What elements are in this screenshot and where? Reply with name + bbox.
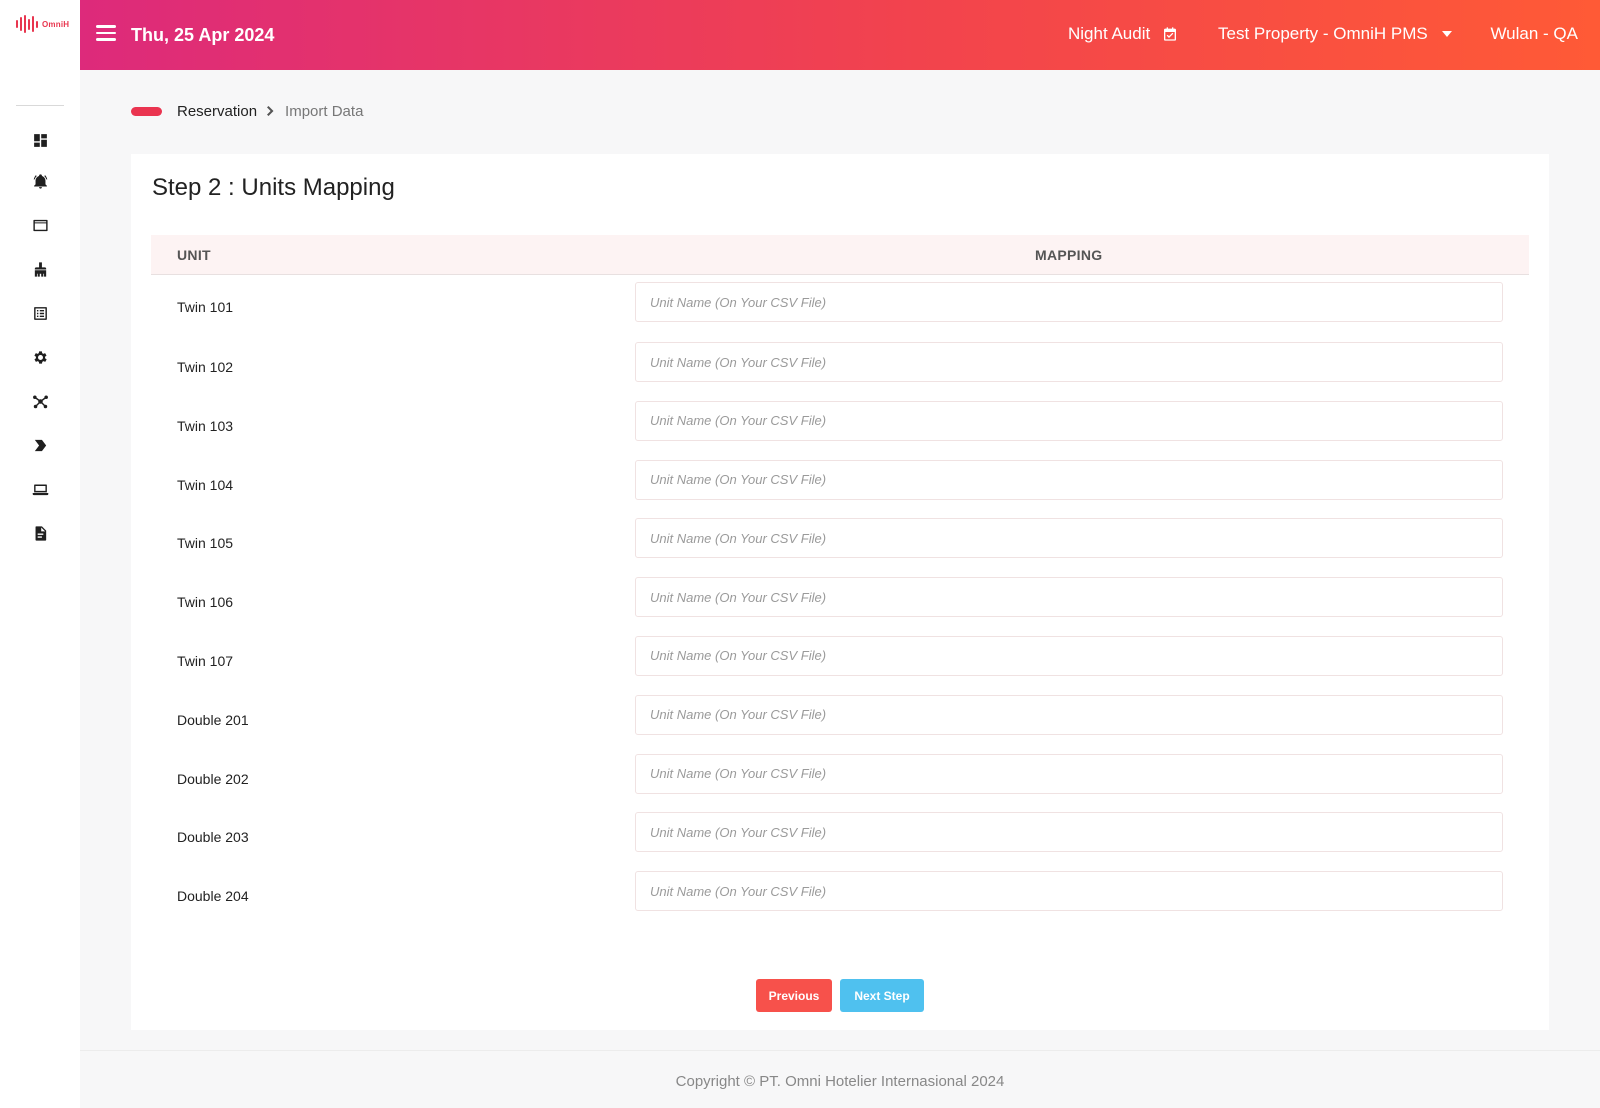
gear-icon[interactable] [30,347,50,367]
unit-mapping-input[interactable] [635,694,1503,735]
unit-mapping-input[interactable] [635,459,1503,500]
footer: Copyright © PT. Omni Hotelier Internasio… [80,1050,1600,1108]
night-audit-button[interactable]: Night Audit [1068,24,1178,44]
unit-mapping-input[interactable] [635,812,1503,853]
unit-mapping-input[interactable] [635,518,1503,559]
user-menu[interactable]: Wulan - QA [1490,24,1578,44]
table-row: Twin 107 [151,631,1529,690]
unit-mapping-input[interactable] [635,577,1503,618]
sidebar-divider [16,105,64,106]
table-header: UNIT MAPPING [151,235,1529,275]
laptop-icon[interactable] [30,479,50,499]
unit-name: Twin 104 [177,476,234,493]
property-selector[interactable]: Test Property - OmniH PMS [1218,24,1452,44]
chevron-tag-icon[interactable] [30,435,50,455]
breadcrumb-accent [131,106,162,116]
unit-mapping-input[interactable] [635,753,1503,794]
chevron-right-icon [266,106,276,116]
cleaning-icon[interactable] [30,259,50,279]
table-row: Twin 105 [151,513,1529,572]
table-row: Twin 102 [151,337,1529,396]
breadcrumb: Reservation Import Data [131,101,363,121]
business-date: Thu, 25 Apr 2024 [131,25,275,45]
unit-name: Twin 107 [177,652,234,669]
unit-mapping-input[interactable] [635,635,1503,676]
night-audit-label: Night Audit [1068,24,1151,43]
table-row: Double 204 [151,866,1529,925]
document-icon[interactable] [30,523,50,543]
logo-mark-icon [16,15,38,33]
window-icon[interactable] [30,215,50,235]
column-header-mapping: MAPPING [1035,247,1103,263]
unit-name: Double 201 [177,711,249,728]
unit-mapping-input[interactable] [635,282,1503,322]
breadcrumb-current: Import Data [285,102,364,120]
mapping-rows: Twin 101 Twin 102 Twin 103 Twin 104 Twin 105… [151,277,1529,925]
unit-name: Double 203 [177,829,249,846]
units-mapping-card: Step 2 : Units Mapping UNIT MAPPING Twin… [131,154,1549,1030]
unit-name: Twin 102 [177,359,234,375]
unit-name: Twin 106 [177,594,234,611]
column-header-unit: UNIT [177,247,211,263]
logo-text: OmniH [42,19,70,29]
unit-name: Twin 101 [177,299,234,315]
unit-name: Twin 105 [177,535,234,552]
page-title: Step 2 : Units Mapping [152,174,395,201]
unit-mapping-input[interactable] [635,871,1503,912]
unit-name: Double 202 [177,770,249,787]
menu-toggle-icon[interactable] [96,25,116,43]
caret-down-icon [1441,31,1452,37]
unit-name: Twin 103 [177,417,234,434]
previous-button[interactable]: Previous [756,979,832,1012]
table-row: Twin 103 [151,396,1529,455]
table-row: Twin 101 [151,277,1529,337]
next-step-button[interactable]: Next Step [840,979,924,1012]
unit-mapping-input[interactable] [635,400,1503,441]
list-icon[interactable] [30,303,50,323]
table-row: Double 203 [151,807,1529,866]
network-icon[interactable] [30,391,50,411]
dashboard-icon[interactable] [30,130,50,150]
sidebar: OmniH [0,0,80,1108]
unit-mapping-input[interactable] [635,342,1503,382]
calendar-check-icon [1164,27,1177,41]
top-header: Thu, 25 Apr 2024 Night Audit Test Proper… [80,0,1600,70]
breadcrumb-reservation[interactable]: Reservation [177,103,257,120]
unit-name: Double 204 [177,888,249,905]
omnih-logo[interactable]: OmniH [16,14,69,34]
table-row: Double 201 [151,690,1529,749]
copyright-text: Copyright © PT. Omni Hotelier Internasio… [675,1073,1005,1090]
table-row: Double 202 [151,749,1529,808]
table-row: Twin 104 [151,455,1529,514]
concierge-bell-icon[interactable] [30,171,50,191]
property-label: Test Property - OmniH PMS [1218,24,1428,43]
table-row: Twin 106 [151,572,1529,631]
